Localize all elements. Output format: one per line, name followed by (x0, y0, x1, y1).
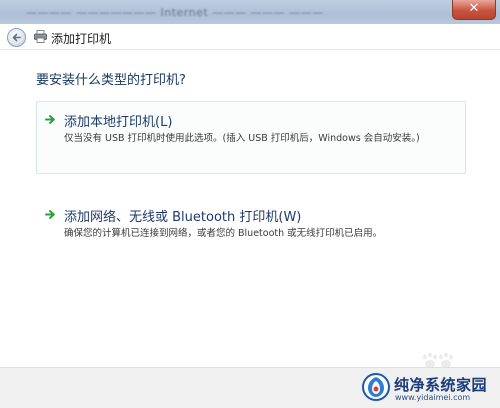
watermark-brand: 纯净系统家园 (394, 376, 488, 394)
green-arrow-icon (45, 115, 55, 124)
green-arrow-icon (45, 210, 55, 219)
close-button[interactable]: ✕ (452, 0, 496, 20)
option-description: 仅当没有 USB 打印机时使用此选项。(插入 USB 打印机后，Windows … (64, 133, 420, 144)
page-title: 添加打印机 (51, 32, 112, 46)
option-add-local-printer[interactable]: 添加本地打印机(L) 仅当没有 USB 打印机时使用此选项。(插入 USB 打印… (36, 101, 466, 174)
back-arrow-icon (12, 33, 21, 42)
watermark-url: www.yidaimei.com (395, 393, 471, 402)
printer-icon (34, 30, 47, 43)
option-title: 添加本地打印机(L) (64, 115, 173, 130)
option-description: 确保您的计算机已连接到网络，或者您的 Bluetooth 或无线打印机已启用。 (64, 228, 383, 239)
question-heading: 要安装什么类型的打印机? (36, 73, 186, 88)
navigation-bar: 添加打印机 (0, 24, 500, 50)
option-title: 添加网络、无线或 Bluetooth 打印机(W) (64, 210, 302, 225)
back-button[interactable] (7, 28, 26, 47)
window-titlebar: ———— ——————— Internet ——— ——— ——— ✕ (0, 0, 500, 24)
site-watermark: 纯净系统家园 www.yidaimei.com (362, 372, 494, 404)
option-add-network-printer[interactable]: 添加网络、无线或 Bluetooth 打印机(W) 确保您的计算机已连接到网络，… (36, 196, 466, 246)
watermark-logo-icon (362, 373, 390, 401)
titlebar-text: ———— ——————— Internet ——— ——— ——— (26, 6, 324, 19)
